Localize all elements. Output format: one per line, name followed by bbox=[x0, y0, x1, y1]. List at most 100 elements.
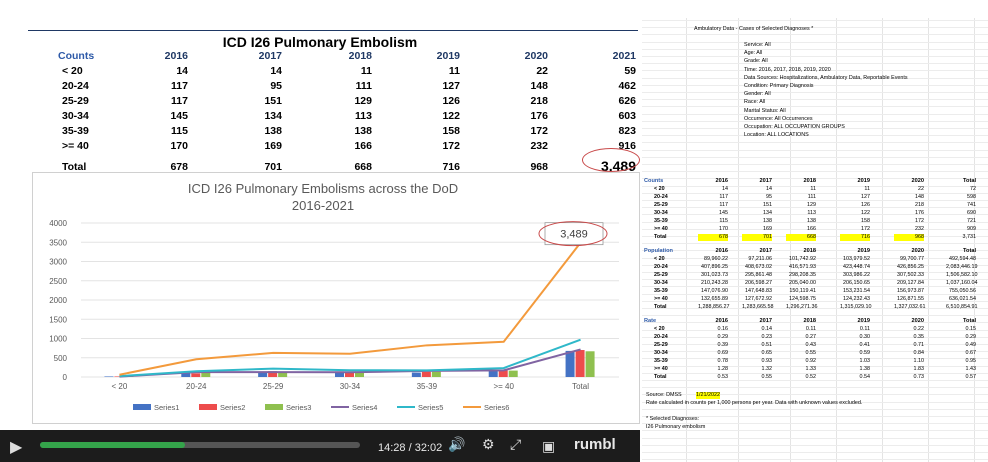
row-label: 25-29 bbox=[654, 202, 668, 208]
report-cell: 1.32 bbox=[761, 366, 773, 372]
volume-icon[interactable]: 🔊 bbox=[448, 436, 465, 453]
grid-row-line bbox=[642, 315, 988, 317]
column-header: 2018 bbox=[803, 318, 816, 324]
grid-row-line bbox=[642, 437, 988, 439]
x-tick-label: >= 40 bbox=[493, 382, 514, 391]
play-icon[interactable]: ▶ bbox=[10, 437, 22, 457]
report-filter: Location: ALL LOCATIONS bbox=[744, 132, 809, 139]
row-label: < 20 bbox=[654, 256, 665, 262]
report-cell: 0.29 bbox=[965, 334, 977, 340]
report-cell: 148 bbox=[915, 194, 924, 200]
y-tick-label: 0 bbox=[63, 373, 68, 382]
report-cell: 0.30 bbox=[859, 334, 871, 340]
report-cell: 968 bbox=[894, 234, 924, 241]
column-header: 2019 bbox=[857, 248, 870, 254]
grid-row-line bbox=[642, 444, 988, 446]
bar-series2 bbox=[498, 370, 508, 377]
table-top-border bbox=[28, 30, 638, 31]
section-title: Population bbox=[644, 248, 673, 254]
report-cell: 127 bbox=[861, 194, 870, 200]
report-cell: 598 bbox=[967, 194, 976, 200]
report-filter: Time: 2016, 2017, 2018, 2019, 2020 bbox=[744, 66, 831, 73]
report-cell: 0.27 bbox=[805, 334, 817, 340]
report-cell: 636,021.54 bbox=[949, 296, 976, 302]
report-cell: 0.55 bbox=[761, 374, 773, 380]
row-label: 35-39 bbox=[654, 218, 668, 224]
grid-row-line bbox=[642, 41, 988, 43]
report-cell: 0.15 bbox=[965, 326, 977, 332]
report-cell: 172 bbox=[861, 226, 870, 232]
report-cell: 101,742.92 bbox=[789, 256, 816, 262]
row-label: 20-24 bbox=[654, 194, 668, 200]
report-cell: 218 bbox=[915, 202, 924, 208]
table-cell: 129 bbox=[354, 95, 372, 107]
report-cell: 145 bbox=[719, 210, 728, 216]
report-cell: 741 bbox=[967, 202, 976, 208]
row-label: 20-24 bbox=[654, 264, 668, 270]
bar-series2 bbox=[575, 350, 585, 377]
report-cell: 11 bbox=[864, 186, 870, 192]
report-cell: 1,288,856.27 bbox=[698, 304, 730, 310]
grid-row-line bbox=[642, 84, 988, 86]
gear-icon[interactable]: ⚙ bbox=[482, 436, 495, 453]
y-tick-label: 2500 bbox=[49, 277, 67, 286]
report-cell: 176 bbox=[915, 210, 924, 216]
callout-label: 3,489 bbox=[560, 229, 588, 241]
report-cell: 150,119.41 bbox=[789, 288, 816, 294]
report-cell: 0.67 bbox=[965, 350, 977, 356]
column-header: 2020 bbox=[911, 178, 924, 184]
table-row-label: 35-39 bbox=[62, 125, 89, 137]
source-label: Source: DMSS bbox=[646, 392, 682, 398]
report-filter: Marital Status: All bbox=[744, 107, 786, 114]
legend-swatch bbox=[265, 404, 283, 410]
report-cell: 1,037,160.04 bbox=[946, 280, 978, 286]
bar-series3 bbox=[431, 371, 441, 377]
report-cell: 1,296,271.36 bbox=[786, 304, 818, 310]
x-tick-label: 30-34 bbox=[340, 382, 361, 391]
left-panel: ICD I26 Pulmonary Embolism Counts 2016 201… bbox=[0, 0, 640, 430]
y-tick-label: 500 bbox=[54, 354, 68, 363]
table-cell: 22 bbox=[536, 65, 548, 77]
report-cell: 668 bbox=[786, 234, 816, 241]
table-cell: 823 bbox=[618, 125, 636, 137]
report-cell: 0.92 bbox=[805, 358, 817, 364]
report-cell: 426,856.25 bbox=[897, 264, 924, 270]
table-cell: 172 bbox=[442, 140, 460, 152]
progress-bar[interactable] bbox=[40, 442, 360, 448]
report-filter: Age: All bbox=[744, 50, 763, 57]
report-cell: 166 bbox=[807, 226, 816, 232]
report-header: Ambulatory Data - Cases of Selected Diag… bbox=[694, 26, 814, 32]
table-cell: 122 bbox=[442, 110, 460, 122]
grid-row-line bbox=[642, 149, 988, 151]
report-cell: 169 bbox=[763, 226, 772, 232]
report-cell: 156,973.87 bbox=[897, 288, 924, 294]
table-header-year: 2017 bbox=[258, 50, 282, 62]
y-tick-label: 2000 bbox=[49, 296, 67, 305]
table-cell: 95 bbox=[270, 80, 282, 92]
legend-swatch bbox=[199, 404, 217, 410]
table-cell: 113 bbox=[355, 110, 372, 122]
row-label: 25-29 bbox=[654, 272, 668, 278]
legend-label: Series3 bbox=[286, 403, 311, 412]
report-cell: 1.38 bbox=[859, 366, 871, 372]
report-cell: 755,050.56 bbox=[949, 288, 976, 294]
x-tick-label: 25-29 bbox=[263, 382, 284, 391]
column-header: 2016 bbox=[715, 178, 728, 184]
grid-row-line bbox=[642, 243, 988, 245]
grid-row-line bbox=[642, 156, 988, 158]
grid-row-line bbox=[642, 92, 988, 93]
fullscreen-icon[interactable]: ⤢ bbox=[510, 436, 521, 453]
report-cell: 0.29 bbox=[717, 334, 729, 340]
report-cell: 126 bbox=[861, 202, 870, 208]
bar-series2 bbox=[421, 371, 431, 377]
report-cell: 0.11 bbox=[805, 326, 816, 332]
bar-series1 bbox=[565, 350, 575, 377]
y-tick-label: 1000 bbox=[49, 335, 67, 344]
report-cell: 1.83 bbox=[913, 366, 925, 372]
cast-icon[interactable]: ▣ bbox=[542, 438, 555, 455]
report-filter: Condition: Primary Diagnosis bbox=[744, 83, 814, 89]
grid-row-line bbox=[642, 387, 988, 389]
report-cell: 298,208.35 bbox=[789, 272, 816, 278]
x-tick-label: < 20 bbox=[112, 382, 128, 391]
table-cell: 148 bbox=[530, 80, 548, 92]
